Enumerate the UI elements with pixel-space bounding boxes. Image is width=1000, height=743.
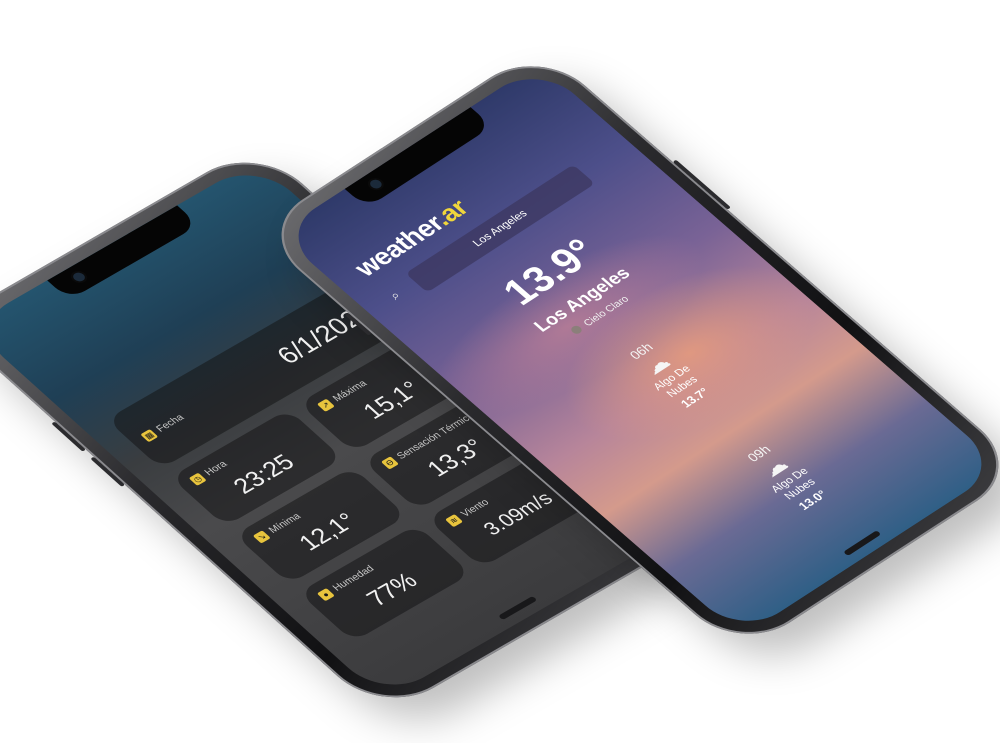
charging-port [498,595,538,621]
charging-port [843,530,882,557]
thermometer-icon: ϴ [380,456,400,470]
notch [47,205,199,301]
wind-label: Viento [458,497,492,520]
arrow-down-icon: ↘ [252,530,271,544]
date-label: Fecha [153,412,187,434]
forecast-desc-line1: Algo De [768,465,812,496]
camera [70,270,88,284]
arrow-up-icon: ↗ [316,398,335,412]
drop-icon: ● [316,587,335,602]
search-icon[interactable]: ⌕ [386,285,410,302]
calendar-icon: ▦ [139,428,158,442]
min-label: Mínima [266,511,304,536]
notch [344,107,493,208]
wind-icon: ≋ [444,513,464,528]
camera [367,177,384,191]
moon-icon [568,324,584,336]
time-label: Hora [202,459,230,478]
clock-icon: ◷ [188,472,207,486]
humidity-value: 77% [360,568,424,612]
